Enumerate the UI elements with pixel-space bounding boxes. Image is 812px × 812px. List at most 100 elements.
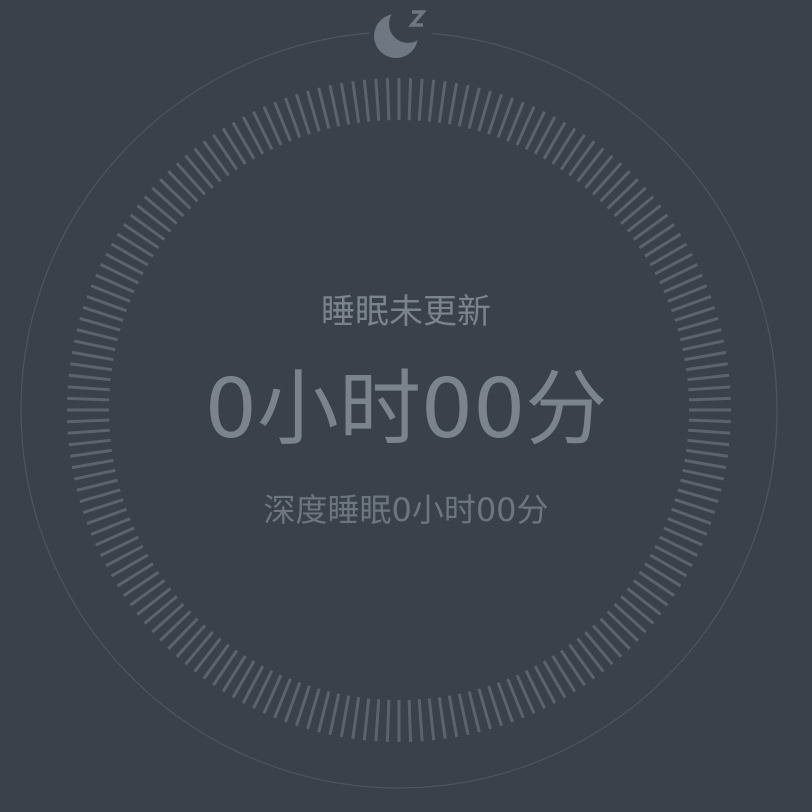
dial-tick [212, 133, 239, 171]
dial-tick [306, 688, 321, 730]
dial-tick [599, 617, 631, 650]
dial-tick [202, 643, 230, 680]
dial-tick [122, 223, 160, 250]
dial-tick [457, 84, 470, 127]
dial-tick [328, 84, 341, 127]
dial-tick [294, 685, 311, 727]
dial-tick [613, 602, 647, 634]
dial-tick [477, 688, 492, 730]
dial-tick [175, 624, 207, 658]
dial-tick [620, 595, 655, 625]
dial-tick [151, 186, 185, 218]
dial-tick [362, 698, 371, 741]
dial-tick [73, 339, 116, 352]
dial-tick [568, 643, 596, 680]
dial-tick [306, 90, 321, 132]
dial-tick [317, 87, 331, 129]
dial-tick [385, 699, 391, 742]
dial-tick [584, 154, 614, 189]
dial-tick [457, 693, 470, 736]
dial-tick [427, 698, 436, 741]
dial-tick [684, 350, 727, 362]
total-sleep-duration: 0小时00分 [204, 362, 608, 457]
dial-tick [568, 140, 596, 177]
dial-tick [626, 204, 662, 233]
dial-tick [184, 154, 214, 189]
dial-tick [620, 195, 655, 225]
dial-tick [175, 162, 207, 196]
dial-tick [551, 127, 577, 165]
dial-tick [212, 649, 239, 687]
dial-tick [159, 178, 192, 210]
dial-tick [591, 162, 623, 196]
dial-tick [231, 121, 256, 160]
dial-tick [487, 93, 504, 135]
dial-tick [542, 121, 567, 160]
dial-tick [638, 570, 676, 597]
dial-tick [626, 587, 662, 616]
dial-tick [606, 610, 639, 642]
dial-tick [167, 170, 199, 203]
dial-tick [136, 587, 172, 616]
sleep-screen: 睡眠未更新 0小时00分 深度睡眠0小时00分 [0, 0, 812, 812]
dial-tick [682, 468, 725, 481]
dial-tick [576, 147, 605, 183]
dial-tick [427, 79, 436, 122]
dial-tick [682, 339, 725, 352]
dial-tick [447, 695, 459, 738]
dial-tick [351, 696, 361, 739]
dial-tick [559, 649, 586, 687]
dial-tick [649, 242, 688, 267]
dial-tick [447, 82, 459, 125]
dial-tick [73, 468, 116, 481]
dial-tick [339, 82, 351, 125]
dial-tick [193, 637, 222, 673]
dial-tick [221, 127, 247, 165]
dial-tick [231, 660, 256, 699]
dial-tick [159, 610, 192, 642]
dial-tick [644, 562, 682, 588]
dial-tick [407, 78, 413, 121]
dial-tick [417, 699, 424, 742]
dial-tick [143, 195, 178, 225]
dial-tick [542, 660, 567, 699]
moon-zzz-icon [370, 4, 432, 62]
dial-tick [184, 631, 214, 666]
dial-tick [576, 637, 605, 673]
dial-tick [606, 178, 639, 210]
dial-tick [551, 655, 577, 693]
dial-tick [339, 695, 351, 738]
dial-tick [221, 655, 247, 693]
dial-tick [122, 570, 160, 597]
dial-tick [584, 631, 614, 666]
dial-tick [151, 602, 185, 634]
dial-tick [317, 691, 331, 733]
dial-tick [374, 78, 381, 121]
dial-tick [437, 81, 447, 124]
dial-tick [374, 699, 381, 742]
dial-tick [477, 90, 492, 132]
dial-tick [328, 693, 341, 736]
dial-tick [649, 553, 688, 578]
dial-tick [129, 213, 166, 241]
dial-tick [71, 458, 114, 470]
dial-tick [559, 133, 586, 171]
dial-tick [116, 232, 154, 258]
dial-tick [437, 696, 447, 739]
dial-tick [684, 458, 727, 470]
dial-tick [417, 78, 424, 121]
dial-tick [385, 78, 391, 121]
dial-tick [591, 624, 623, 658]
dial-tick [644, 232, 682, 258]
dial-tick [467, 691, 481, 733]
sleep-status-text: 睡眠未更新 [321, 292, 491, 332]
dial-tick [613, 186, 647, 218]
deep-sleep-duration: 深度睡眠0小时00分 [263, 491, 549, 529]
dial-tick [116, 562, 154, 588]
dial-tick [143, 595, 178, 625]
dial-tick [599, 170, 631, 203]
dial-tick [407, 699, 413, 742]
dial-tick [487, 685, 504, 727]
dial-tick [202, 140, 230, 177]
dial-tick [193, 147, 222, 183]
